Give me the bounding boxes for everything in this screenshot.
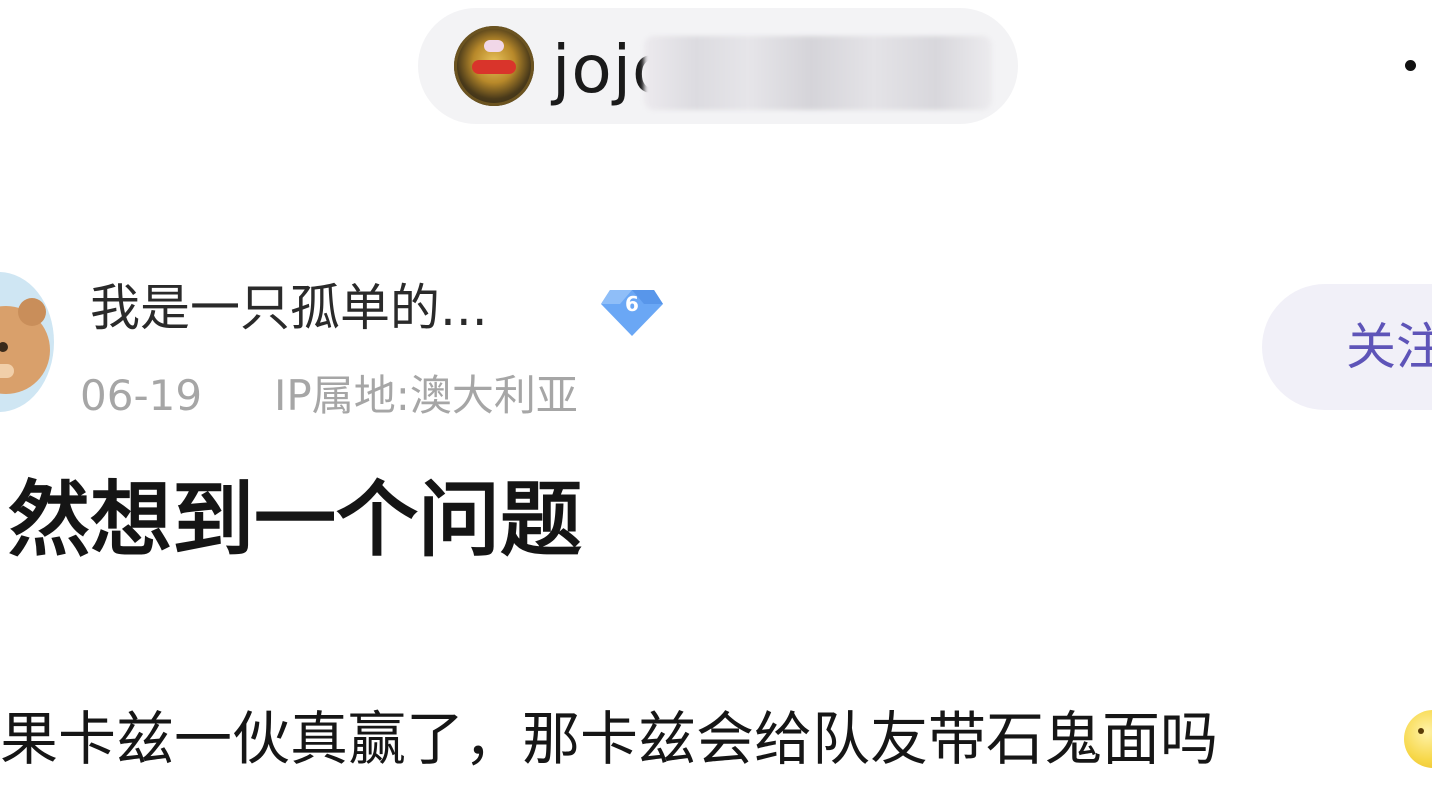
more-dot-icon[interactable] [1405, 60, 1416, 71]
author-avatar[interactable] [0, 272, 54, 412]
post-date: 06-19 [80, 371, 203, 420]
level-badge-icon: 6 [600, 286, 664, 338]
follow-button-label: 关注 [1346, 318, 1432, 376]
bear-cheek [0, 364, 14, 378]
forum-avatar [454, 26, 534, 106]
page: jojo 我是一只孤单的... 6 06-19 IP属地:澳大利亚 关注 然想到… [0, 0, 1432, 806]
level-number: 6 [625, 292, 639, 316]
forum-avatar-logo [472, 60, 516, 74]
author-username[interactable]: 我是一只孤单的... [90, 272, 488, 344]
forum-header-pill[interactable]: jojo [418, 8, 1018, 124]
forum-name-blur-mask [644, 36, 992, 110]
follow-button[interactable]: 关注 [1262, 284, 1432, 410]
smiling-face-emoji [1404, 710, 1432, 768]
post-title: 然想到一个问题 [8, 473, 583, 568]
bear-avatar-icon [0, 272, 54, 412]
forum-avatar-decoration [484, 40, 504, 52]
emoji-eye-left [1418, 728, 1424, 734]
bear-ear [18, 298, 46, 326]
post-body: 果卡兹一伙真赢了，那卡兹会给队友带石鬼面吗 [0, 705, 1219, 773]
ip-location: IP属地:澳大利亚 [274, 371, 578, 420]
